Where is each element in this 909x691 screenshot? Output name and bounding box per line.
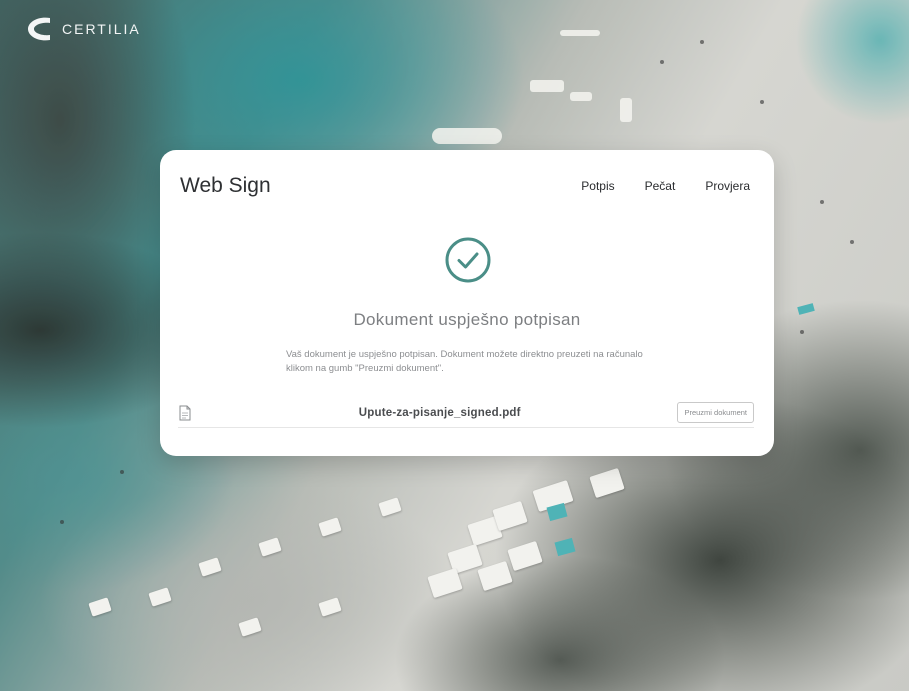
signed-file-name: Upute-za-pisanje_signed.pdf xyxy=(358,406,521,419)
nav-link-provjera[interactable]: Provjera xyxy=(705,179,750,193)
certilia-logo-icon xyxy=(28,17,50,41)
web-sign-card: Web Sign Potpis Pečat Provjera Dokument … xyxy=(160,150,774,456)
card-title: Web Sign xyxy=(180,174,271,197)
signed-file-row: Upute-za-pisanje_signed.pdf Preuzmi doku… xyxy=(178,398,754,428)
download-document-button[interactable]: Preuzmi dokument xyxy=(677,402,754,423)
brand-logo[interactable]: CERTILIA xyxy=(24,14,141,44)
success-title: Dokument uspješno potpisan xyxy=(353,310,581,329)
check-circle-icon xyxy=(445,237,491,283)
nav-link-pecat[interactable]: Pečat xyxy=(645,179,676,193)
card-header: Web Sign Potpis Pečat Provjera xyxy=(180,174,750,198)
brand-name: CERTILIA xyxy=(62,21,141,37)
card-nav: Potpis Pečat Provjera xyxy=(581,179,750,193)
document-icon xyxy=(179,405,191,420)
success-description: Vaš dokument je uspješno potpisan. Dokum… xyxy=(286,349,643,374)
nav-link-potpis[interactable]: Potpis xyxy=(581,179,614,193)
